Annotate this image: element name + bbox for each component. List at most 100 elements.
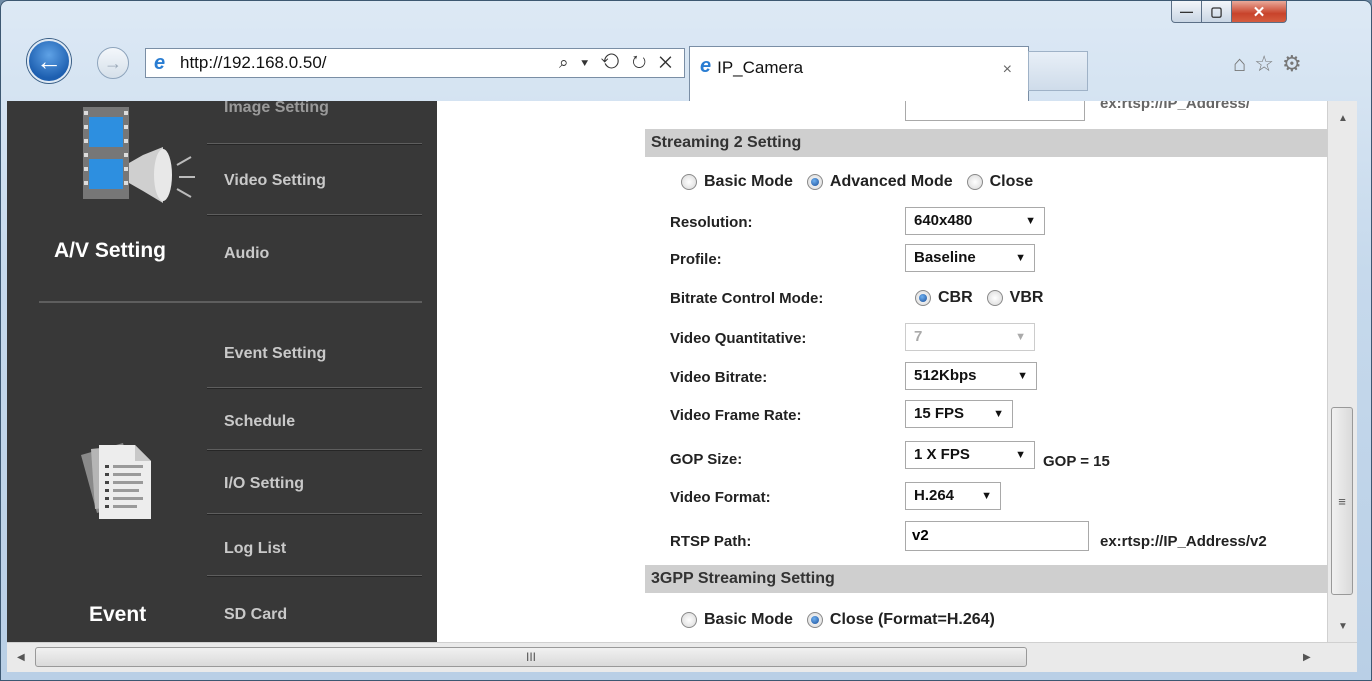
gop-size-select[interactable]: 1 X FPS ▼: [905, 441, 1035, 469]
video-frame-rate-label: Video Frame Rate:: [670, 407, 802, 424]
event-document-icon: [81, 443, 151, 519]
radio-advanced-mode[interactable]: [806, 174, 823, 190]
maximize-button[interactable]: ▢: [1201, 1, 1232, 23]
menu-divider: [207, 449, 422, 451]
video-quantitative-label: Video Quantitative:: [670, 330, 807, 347]
tab-close-icon[interactable]: ×: [1003, 61, 1012, 79]
bitrate-mode-group: CBR VBR: [915, 289, 1057, 307]
radio-close-label: Close: [989, 173, 1034, 190]
menu-divider: [207, 143, 422, 145]
video-quantitative-value: 7: [914, 328, 923, 345]
resolution-value: 640x480: [914, 212, 973, 229]
home-icon[interactable]: ⌂: [1233, 51, 1254, 76]
rtsp-path-input[interactable]: v2: [905, 521, 1089, 551]
radio-advanced-mode-label: Advanced Mode: [829, 173, 953, 190]
sidebar: Image Setting Video Setting A/V Setting …: [7, 101, 437, 646]
sidebar-item-log-list[interactable]: Log List: [224, 540, 286, 558]
radio-basic-mode-label: Basic Mode: [704, 173, 793, 190]
horizontal-scrollbar[interactable]: ◀ III ▶: [7, 642, 1357, 672]
tab-ip-camera[interactable]: e IP_Camera ×: [689, 46, 1029, 101]
menu-divider: [207, 387, 422, 389]
video-quantitative-select: 7 ▼: [905, 323, 1035, 351]
forward-arrow-icon: →: [104, 52, 122, 73]
profile-label: Profile:: [670, 251, 722, 268]
back-arrow-icon: ←: [36, 45, 62, 76]
menu-divider: [207, 575, 422, 577]
video-format-select[interactable]: H.264 ▼: [905, 482, 1001, 510]
address-bar[interactable]: e http://192.168.0.50/ ⌕ ▾ ⟲ ↻ ✕: [145, 48, 685, 78]
profile-select[interactable]: Baseline ▼: [905, 244, 1035, 272]
rtsp-example-1: ex:rtsp://IP_Address/: [1100, 101, 1251, 112]
radio-vbr[interactable]: [986, 290, 1003, 306]
vertical-scroll-thumb[interactable]: ≡: [1331, 407, 1353, 595]
av-setting-icon: [83, 107, 195, 203]
radio-cbr[interactable]: [915, 290, 931, 306]
chevron-down-icon: ▼: [981, 490, 992, 502]
chevron-down-icon: ▼: [1015, 252, 1026, 264]
settings-icon[interactable]: ⚙: [1282, 51, 1310, 76]
rtsp-path-label: RTSP Path:: [670, 533, 752, 550]
sidebar-item-image-setting[interactable]: Image Setting: [224, 101, 329, 117]
menu-divider: [207, 214, 422, 216]
browser-toolbar-icons: ⌂☆⚙: [1233, 51, 1310, 77]
chevron-down-icon: ▼: [1015, 449, 1026, 461]
sidebar-item-sd-card[interactable]: SD Card: [224, 606, 287, 624]
radio-basic-mode[interactable]: [681, 174, 697, 190]
group-title-event: Event: [89, 603, 147, 626]
profile-value: Baseline: [914, 249, 976, 266]
chevron-down-icon: ▼: [1025, 215, 1036, 227]
radio-3gpp-close[interactable]: [806, 612, 823, 628]
video-frame-rate-select[interactable]: 15 FPS ▼: [905, 400, 1013, 428]
section-streaming-2: Streaming 2 Setting: [645, 129, 1327, 157]
sidebar-item-video-setting[interactable]: Video Setting: [224, 172, 326, 190]
gop-note: GOP = 15: [1043, 453, 1110, 470]
scroll-right-icon[interactable]: ▶: [1303, 652, 1311, 663]
title-bar: — ▢ ✕: [1, 1, 1371, 43]
scroll-left-icon[interactable]: ◀: [17, 652, 25, 663]
browser-window: — ▢ ✕ ← → e http://192.168.0.50/ ⌕ ▾ ⟲ ↻…: [0, 0, 1372, 681]
settings-panel: ex:rtsp://IP_Address/ Streaming 2 Settin…: [437, 101, 1327, 646]
sidebar-item-io-setting[interactable]: I/O Setting: [224, 475, 304, 493]
chevron-down-icon: ▼: [1017, 370, 1028, 382]
back-button[interactable]: ←: [27, 39, 71, 83]
radio-cbr-label: CBR: [938, 289, 973, 306]
sidebar-item-audio[interactable]: Audio: [224, 245, 269, 263]
scroll-up-icon[interactable]: ▲: [1338, 113, 1348, 124]
group-title-av-setting: A/V Setting: [54, 239, 167, 262]
sidebar-item-event-setting[interactable]: Event Setting: [224, 345, 326, 363]
chevron-down-icon: ▼: [1015, 331, 1026, 343]
page-content: Image Setting Video Setting A/V Setting …: [7, 101, 1327, 646]
radio-3gpp-close-label: Close (Format=H.264): [829, 611, 995, 628]
radio-3gpp-basic-mode-label: Basic Mode: [704, 611, 793, 628]
new-tab-button[interactable]: [1028, 51, 1088, 91]
rtsp-path-1-input[interactable]: [905, 101, 1085, 121]
gop-size-value: 1 X FPS: [914, 446, 970, 463]
video-format-label: Video Format:: [670, 489, 771, 506]
video-bitrate-select[interactable]: 512Kbps ▼: [905, 362, 1037, 390]
video-format-value: H.264: [914, 487, 955, 504]
address-tools[interactable]: ⌕ ▾ ⟲ ↻ ✕: [559, 53, 676, 73]
video-bitrate-label: Video Bitrate:: [670, 369, 768, 386]
video-bitrate-value: 512Kbps: [914, 367, 977, 384]
gop-size-label: GOP Size:: [670, 451, 743, 468]
scroll-down-icon[interactable]: ▼: [1338, 621, 1348, 632]
menu-divider: [207, 513, 422, 515]
resolution-select[interactable]: 640x480 ▼: [905, 207, 1045, 235]
minimize-button[interactable]: —: [1171, 1, 1202, 23]
status-bar: [1, 673, 1371, 680]
close-window-button[interactable]: ✕: [1231, 1, 1287, 23]
radio-vbr-label: VBR: [1009, 289, 1044, 306]
radio-3gpp-basic-mode[interactable]: [681, 612, 697, 628]
url-text[interactable]: http://192.168.0.50/: [180, 53, 559, 73]
favorites-icon[interactable]: ☆: [1254, 51, 1282, 76]
forward-button[interactable]: →: [97, 47, 129, 79]
3gpp-mode-group: Basic Mode Close (Format=H.264): [681, 611, 1009, 629]
sidebar-item-schedule[interactable]: Schedule: [224, 413, 295, 431]
horizontal-scroll-thumb[interactable]: III: [35, 647, 1027, 667]
rtsp-example: ex:rtsp://IP_Address/v2: [1100, 533, 1267, 550]
vertical-scrollbar[interactable]: ▲ ≡ ▼: [1327, 101, 1357, 646]
ie-page-icon: e: [154, 52, 166, 74]
streaming2-mode-group: Basic Mode Advanced Mode Close: [681, 173, 1047, 191]
section-3gpp-streaming: 3GPP Streaming Setting: [645, 565, 1327, 593]
radio-close[interactable]: [966, 174, 983, 190]
